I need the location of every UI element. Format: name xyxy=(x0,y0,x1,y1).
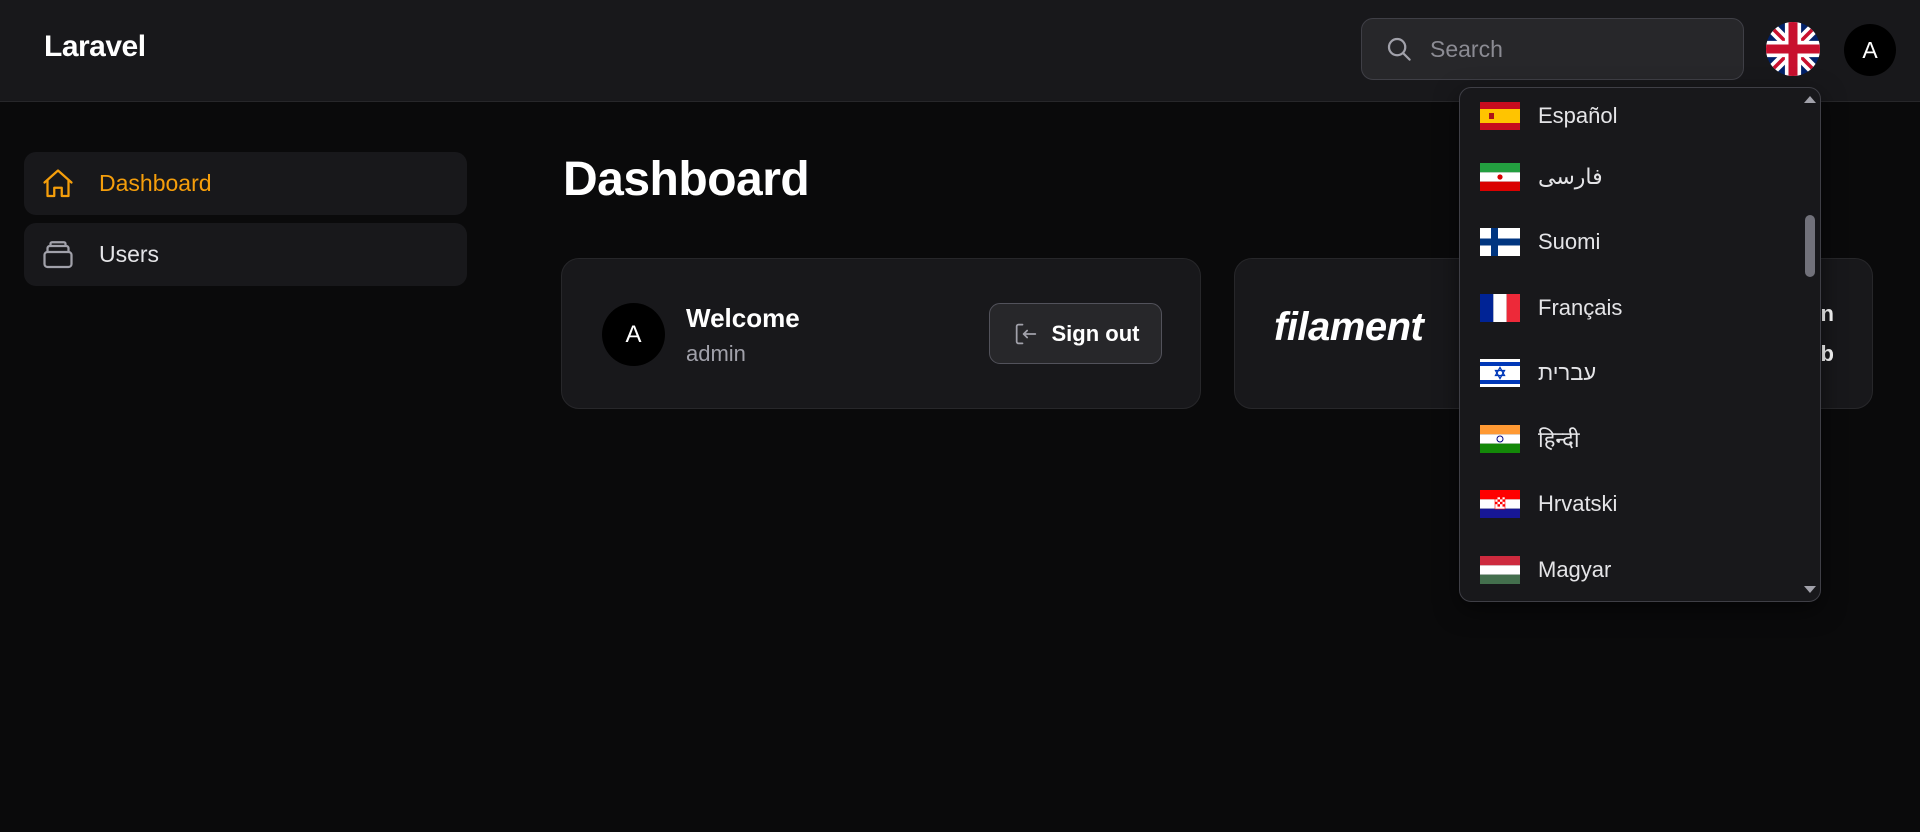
hungary-flag-icon xyxy=(1480,555,1520,584)
sidebar-item-users[interactable]: Users xyxy=(24,223,467,286)
scrollbar-thumb[interactable] xyxy=(1805,215,1815,277)
language-option-label: فارسی xyxy=(1538,163,1603,189)
welcome-card: A Welcome admin Sign out xyxy=(561,258,1201,409)
language-option-hi[interactable]: हिन्दी xyxy=(1460,406,1800,472)
finland-flag-icon xyxy=(1480,228,1520,257)
language-option-label: Français xyxy=(1538,294,1623,320)
sign-out-label: Sign out xyxy=(1051,320,1140,346)
language-option-hr[interactable]: Hrvatski xyxy=(1460,472,1800,538)
france-flag-icon xyxy=(1480,293,1520,322)
sidebar-item-label: Users xyxy=(99,241,160,267)
uk-flag-icon xyxy=(1766,22,1820,76)
sidebar-item-dashboard[interactable]: Dashboard xyxy=(24,152,467,215)
language-option-fi[interactable]: Suomi xyxy=(1460,210,1800,276)
scroll-up-icon[interactable] xyxy=(1804,96,1816,103)
language-option-label: Suomi xyxy=(1538,229,1601,255)
home-icon xyxy=(43,168,73,197)
language-option-he[interactable]: עברית xyxy=(1460,341,1800,407)
language-dropdown: Español فارسی Suomi Français עברית हिन्द… xyxy=(1459,87,1821,602)
username-label: admin xyxy=(686,341,746,366)
israel-flag-icon xyxy=(1480,359,1520,388)
inbox-stack-icon xyxy=(43,240,73,268)
avatar: A xyxy=(602,303,665,366)
language-option-label: Español xyxy=(1538,103,1618,128)
sidebar: Dashboard Users xyxy=(24,152,467,294)
spain-flag-icon xyxy=(1480,102,1520,130)
search-icon xyxy=(1387,37,1411,61)
language-option-label: Hrvatski xyxy=(1538,491,1618,517)
language-option-label: हिन्दी xyxy=(1538,426,1580,452)
sign-out-button[interactable]: Sign out xyxy=(989,303,1162,364)
filament-logo[interactable]: filament xyxy=(1274,305,1424,350)
brand-logo[interactable]: Laravel xyxy=(44,30,146,64)
language-option-es[interactable]: Español xyxy=(1460,88,1800,144)
language-option-label: עברית xyxy=(1538,360,1597,386)
welcome-title: Welcome xyxy=(686,303,800,333)
sidebar-item-label: Dashboard xyxy=(99,170,212,196)
search-box[interactable] xyxy=(1361,18,1744,80)
language-switcher-button[interactable] xyxy=(1766,22,1820,76)
page-title: Dashboard xyxy=(563,153,810,206)
language-option-label: Magyar xyxy=(1538,556,1612,582)
india-flag-icon xyxy=(1480,424,1520,453)
language-option-hu[interactable]: Magyar xyxy=(1460,537,1800,601)
user-menu-avatar[interactable]: A xyxy=(1844,24,1896,76)
documentation-link-partial[interactable]: n xyxy=(1821,301,1834,327)
search-input[interactable] xyxy=(1430,35,1730,63)
croatia-flag-icon xyxy=(1480,490,1520,519)
iran-flag-icon xyxy=(1480,162,1520,191)
language-option-fr[interactable]: Français xyxy=(1460,275,1800,341)
language-option-list: Español فارسی Suomi Français עברית हिन्द… xyxy=(1460,88,1800,601)
logout-icon xyxy=(1015,323,1036,344)
dropdown-scrollbar[interactable] xyxy=(1800,88,1820,601)
scroll-down-icon[interactable] xyxy=(1804,586,1816,593)
language-option-fa[interactable]: فارسی xyxy=(1460,144,1800,210)
github-link-partial[interactable]: b xyxy=(1821,341,1834,367)
